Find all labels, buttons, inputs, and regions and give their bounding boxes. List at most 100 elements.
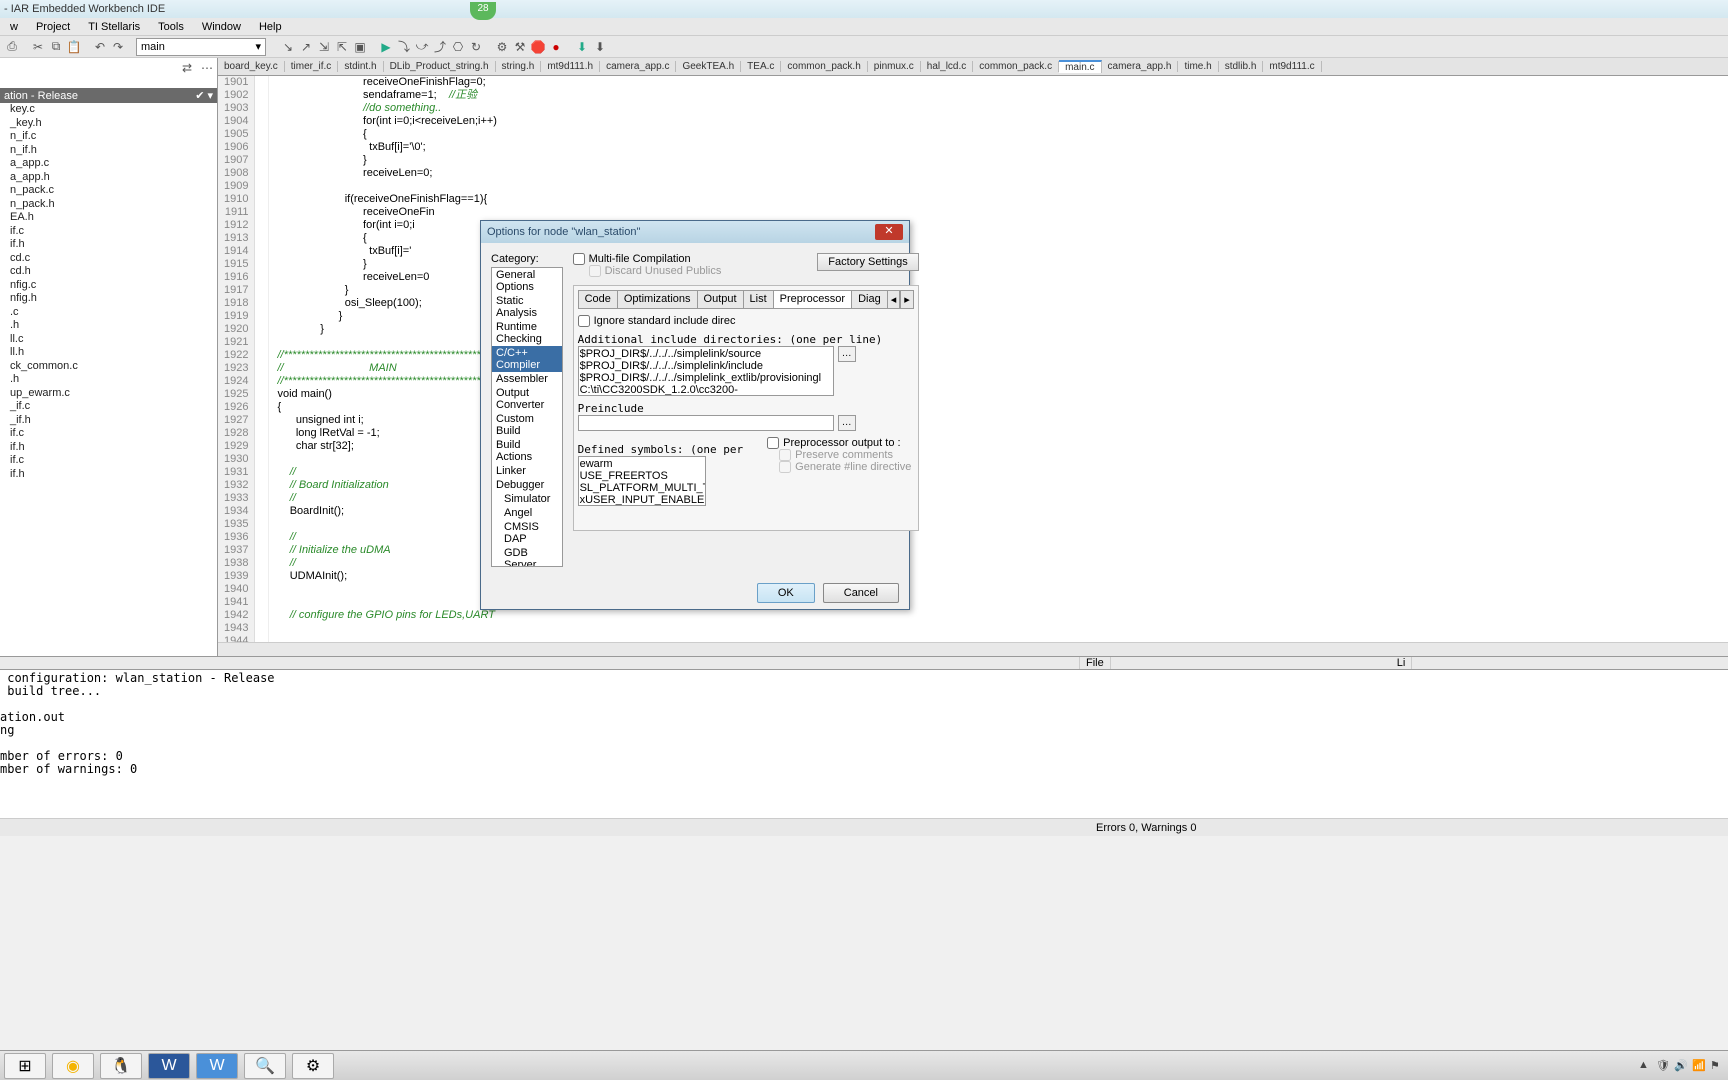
category-item[interactable]: General Options [492,268,562,294]
file-item[interactable]: ck_common.c [2,360,215,374]
editor-tab[interactable]: stdint.h [338,61,383,72]
stop-build-icon[interactable]: 🛑 [530,39,546,55]
menu-help[interactable]: Help [251,21,290,33]
build-icon[interactable]: ⚒ [512,39,528,55]
file-item[interactable]: n_pack.h [2,198,215,212]
tray-icon[interactable]: ▲ [1638,1059,1652,1073]
print-icon[interactable]: ⎙ [4,39,20,55]
tray-icon[interactable]: 🛡 [1656,1059,1670,1073]
step-icon[interactable]: ⤵ [396,39,412,55]
tray-icon[interactable]: 🔊 [1674,1059,1688,1073]
editor-tab[interactable]: camera_app.h [1102,61,1179,72]
notification-badge[interactable]: 28 [470,2,496,20]
option-tab[interactable]: List [743,290,774,308]
file-item[interactable]: ll.c [2,333,215,347]
output-col-line[interactable]: Li [1391,657,1413,669]
tab-scroll-right[interactable]: ▸ [900,290,914,308]
menu-item[interactable]: w [2,21,26,33]
editor-tab[interactable]: board_key.c [218,61,285,72]
panel-options-icon[interactable]: ⋯ [199,60,215,76]
nav-icon-4[interactable]: ⇱ [334,39,350,55]
restart-icon[interactable]: ↻ [468,39,484,55]
incdir-browse-button[interactable]: … [838,346,856,362]
output-col-msg[interactable] [0,657,1080,669]
breakpoint-icon[interactable]: ● [548,39,564,55]
category-item[interactable]: C/C++ Compiler [492,346,562,372]
code-editor[interactable]: 1901190219031904190519061907190819091910… [218,76,1728,642]
system-tray[interactable]: ▲ 🛡 🔊 📶 ⚑ [1638,1059,1724,1073]
file-item[interactable]: .c [2,306,215,320]
category-item[interactable]: Assembler [492,372,562,386]
bookmark-icon[interactable]: ▣ [352,39,368,55]
cut-icon[interactable]: ✂ [30,39,46,55]
multifile-checkbox[interactable]: Multi-file Compilation [573,253,722,265]
inst-icon[interactable]: ⎔ [450,39,466,55]
editor-tab[interactable]: mt9d111.c [1263,61,1321,72]
file-item[interactable]: n_if.c [2,130,215,144]
editor-tab[interactable]: pinmux.c [868,61,921,72]
tab-scroll-left[interactable]: ◂ [887,290,901,308]
file-item[interactable]: if.c [2,427,215,441]
option-tab[interactable]: Output [697,290,744,308]
option-tab[interactable]: Code [578,290,618,308]
paste-icon[interactable]: 📋 [66,39,82,55]
editor-tab[interactable]: main.c [1059,60,1101,73]
editor-tab[interactable]: GeekTEA.h [676,61,741,72]
editor-tab[interactable]: stdlib.h [1219,61,1264,72]
file-item[interactable]: n_if.h [2,144,215,158]
debug-icon[interactable]: ⬇ [592,39,608,55]
file-item[interactable]: if.c [2,454,215,468]
editor-tab[interactable]: mt9d111.h [541,61,600,72]
download-icon[interactable]: ⬇ [574,39,590,55]
category-item[interactable]: Custom Build [492,412,562,438]
category-list[interactable]: General OptionsStatic AnalysisRuntime Ch… [491,267,563,567]
file-item[interactable]: cd.c [2,252,215,266]
file-item[interactable]: if.c [2,225,215,239]
file-item[interactable]: a_app.h [2,171,215,185]
nav-icon-1[interactable]: ↘ [280,39,296,55]
undo-icon[interactable]: ↶ [92,39,108,55]
file-item[interactable]: key.c [2,103,215,117]
option-tab[interactable]: Diag [851,290,888,308]
preinclude-input[interactable] [578,415,834,431]
option-tab[interactable]: Optimizations [617,290,698,308]
step-over-icon[interactable]: ⤻ [414,39,430,55]
file-item[interactable]: nfig.h [2,292,215,306]
category-item[interactable]: Output Converter [492,386,562,412]
ppout-checkbox[interactable]: Preprocessor output to : [767,437,911,449]
category-item[interactable]: GDB Server [492,546,562,567]
editor-tab[interactable]: time.h [1178,61,1218,72]
function-combo[interactable]: main▾ [136,38,266,56]
category-item[interactable]: Angel [492,506,562,520]
category-item[interactable]: Simulator [492,492,562,506]
file-item[interactable]: .h [2,319,215,333]
menu-project[interactable]: Project [28,21,78,33]
category-item[interactable]: CMSIS DAP [492,520,562,546]
category-item[interactable]: Runtime Checking [492,320,562,346]
category-item[interactable]: Debugger [492,478,562,492]
horizontal-scrollbar[interactable] [218,642,1728,656]
preinclude-browse-button[interactable]: … [838,415,856,431]
editor-tab[interactable]: camera_app.c [600,61,676,72]
taskbar-start[interactable]: ⊞ [4,1053,46,1079]
ok-button[interactable]: OK [757,583,815,603]
include-dirs-textarea[interactable]: $PROJ_DIR$/../../../simplelink/source$PR… [578,346,834,396]
tray-icon[interactable]: ⚑ [1710,1059,1724,1073]
file-item[interactable]: cd.h [2,265,215,279]
category-item[interactable]: Build Actions [492,438,562,464]
panel-collapse-icon[interactable]: ⇄ [179,60,195,76]
option-tab[interactable]: Preprocessor [773,290,852,308]
ignore-std-checkbox[interactable]: Ignore standard include direc [578,315,914,327]
compile-icon[interactable]: ⚙ [494,39,510,55]
editor-tab[interactable]: common_pack.h [781,61,867,72]
taskbar-qq[interactable]: 🐧 [100,1053,142,1079]
step-out-icon[interactable]: ⤴ [432,39,448,55]
menu-tools[interactable]: Tools [150,21,192,33]
taskbar-iar[interactable]: ⚙ [292,1053,334,1079]
taskbar-word[interactable]: W [148,1053,190,1079]
output-col-file[interactable]: File [1080,657,1111,669]
run-icon[interactable]: ▶ [378,39,394,55]
editor-tab[interactable]: timer_if.c [285,61,339,72]
file-item[interactable]: .h [2,373,215,387]
output-panel[interactable]: configuration: wlan_station - Release bu… [0,670,1728,818]
